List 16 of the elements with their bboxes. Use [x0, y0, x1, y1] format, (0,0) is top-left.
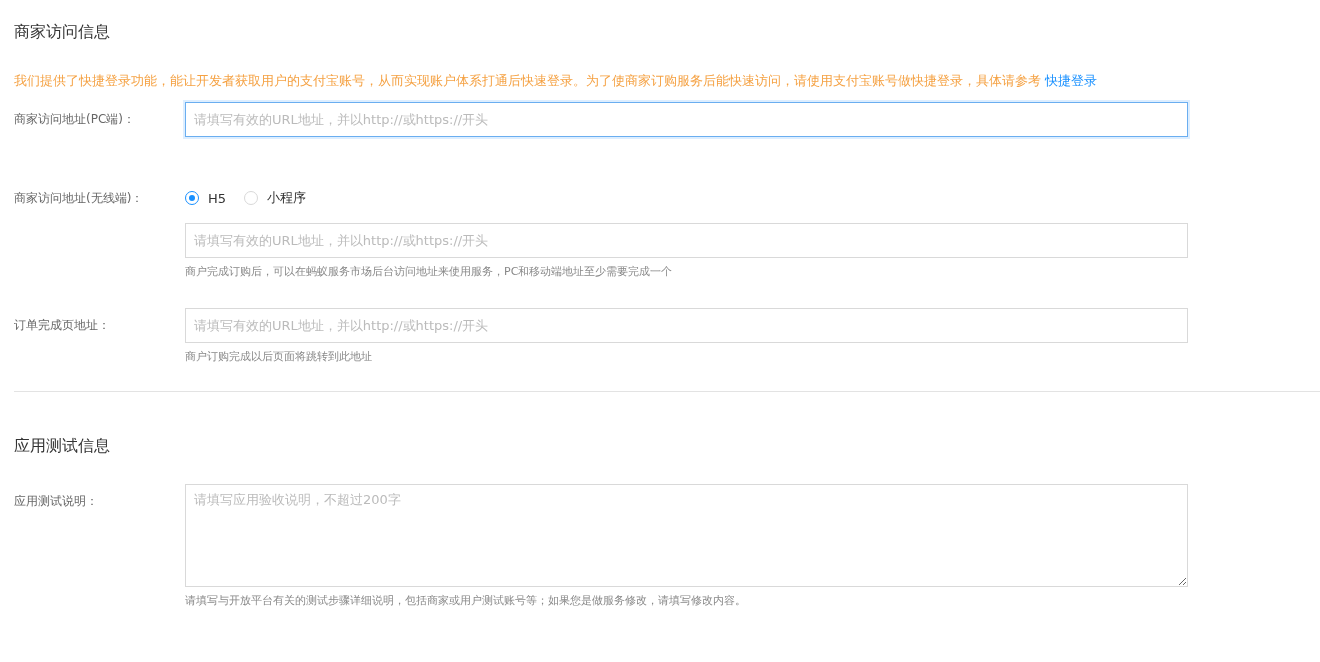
radio-label[interactable]: H5: [208, 190, 227, 206]
field-label: 应用测试说明：: [14, 493, 98, 510]
url-input-field[interactable]: 请填写有效的URL地址，并以http://或https://开头: [185, 223, 1188, 258]
field-label: 商家访问地址(PC端)：: [14, 111, 135, 128]
url-input-field[interactable]: 请填写有效的URL地址，并以http://或https://开头: [185, 308, 1188, 343]
help-text: 商户完成订购后，可以在蚂蚁服务市场后台访问地址来使用服务，PC和移动端地址至少需要完成一个: [185, 264, 673, 280]
help-text: 商户订购完成以后页面将跳转到此地址: [185, 349, 372, 365]
field-label: 订单完成页地址：: [14, 317, 110, 334]
radio-label[interactable]: 小程序: [267, 189, 307, 207]
test-description-field[interactable]: 请填写应用验收说明，不超过200字: [185, 484, 1188, 587]
notice-text: 我们提供了快捷登录功能，能让开发者获取用户的支付宝账号，从而实现账户体系打通后快速登录。为了使商家订购服务后能快速访问，请使用支付宝账号做快捷登录，具体请参考 快捷登录: [14, 72, 1099, 90]
help-text: 请填写与开放平台有关的测试步骤详细说明，包括商家或用户测试账号等；如果您是做服务修改，请填写修改内容。: [185, 593, 746, 609]
section-title: 应用测试信息: [14, 435, 110, 457]
section-title: 商家访问信息: [14, 21, 110, 43]
url-input-field[interactable]: 请填写有效的URL地址，并以http://或https://开头: [185, 102, 1188, 137]
field-label: 商家访问地址(无线端)：: [14, 190, 144, 207]
